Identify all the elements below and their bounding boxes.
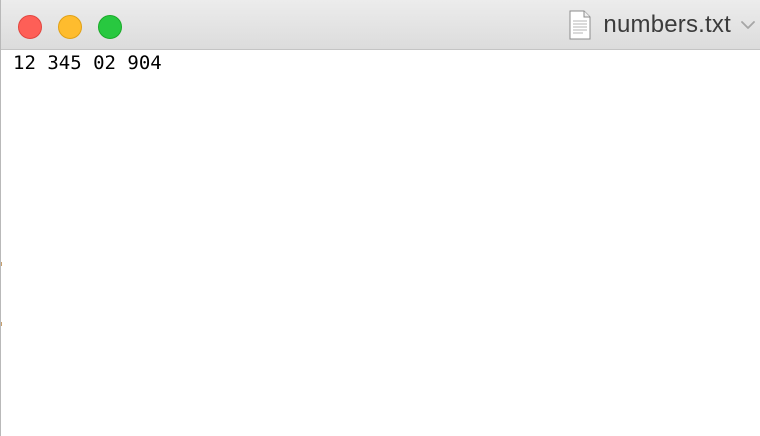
- window-title-group[interactable]: numbers.txt: [569, 0, 760, 50]
- close-button[interactable]: [18, 15, 42, 39]
- chevron-down-icon[interactable]: [741, 20, 755, 30]
- window-title: numbers.txt: [603, 11, 731, 38]
- text-document-icon: [569, 10, 591, 40]
- text-editor-area[interactable]: 12 345 02 904: [1, 50, 760, 436]
- zoom-button[interactable]: [98, 15, 122, 39]
- text-editor-window: numbers.txt 12 345 02 904: [0, 0, 760, 436]
- left-edge-mark: [1, 322, 2, 326]
- minimize-button[interactable]: [58, 15, 82, 39]
- title-bar[interactable]: numbers.txt: [1, 0, 760, 50]
- document-text[interactable]: 12 345 02 904: [13, 52, 162, 74]
- left-edge-mark: [1, 262, 2, 266]
